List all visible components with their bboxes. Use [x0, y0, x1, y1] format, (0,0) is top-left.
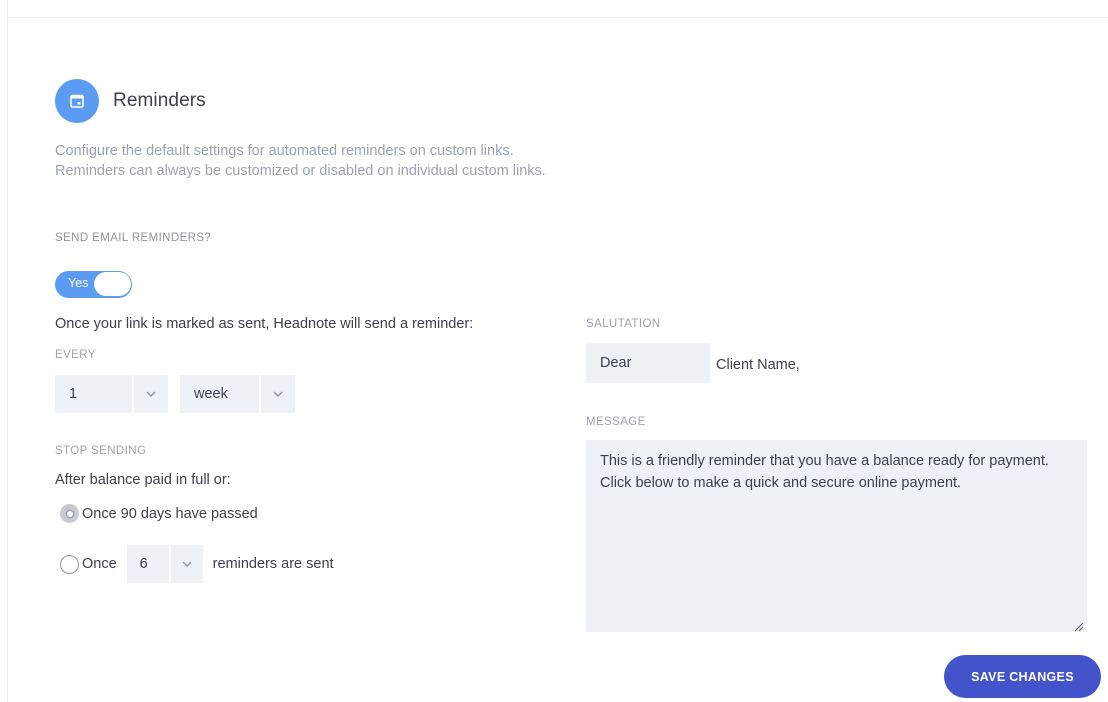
stop-option-days: Once 90 days have passed [60, 504, 258, 523]
left-divider [7, 0, 8, 702]
option-days-label: Once 90 days have passed [82, 505, 258, 522]
save-changes-button[interactable]: SAVE CHANGES [944, 655, 1101, 698]
chevron-down-icon [132, 375, 168, 413]
stop-sending-label: STOP SENDING [55, 445, 147, 457]
chevron-down-icon [168, 545, 203, 583]
chevron-down-icon [259, 375, 295, 413]
every-number-select[interactable]: 1 [55, 375, 168, 413]
schedule-intro: Once your link is marked as sent, Headno… [55, 316, 474, 332]
message-label: MESSAGE [586, 416, 646, 428]
radio-count[interactable] [60, 554, 79, 574]
every-label: EVERY [55, 349, 96, 361]
reminder-count-value: 6 [139, 556, 148, 572]
page-title: Reminders [113, 90, 206, 111]
toggle-knob [94, 272, 131, 296]
section-description: Configure the default settings for autom… [55, 143, 546, 179]
stop-intro: After balance paid in full or: [55, 472, 231, 488]
send-email-label: SEND EMAIL REMINDERS? [55, 232, 212, 244]
every-unit-select[interactable]: week [180, 375, 295, 413]
stop-option-count: Once 6 reminders are sent [60, 545, 334, 583]
option-count-suffix: reminders are sent [212, 556, 334, 572]
calendar-icon [55, 79, 99, 123]
option-count-prefix: Once [82, 556, 117, 572]
every-number-value: 1 [69, 386, 78, 402]
toggle-label: Yes [68, 276, 89, 290]
radio-days[interactable] [60, 504, 79, 523]
radio-dot [66, 510, 73, 517]
salutation-input[interactable]: Dear [586, 343, 710, 383]
reminder-count-select[interactable]: 6 [126, 545, 203, 583]
client-name-text: Client Name, [716, 357, 800, 373]
message-text: This is a friendly reminder that you hav… [600, 453, 1049, 491]
section-header: Reminders [55, 79, 206, 123]
top-divider [7, 17, 1108, 18]
message-textarea[interactable]: This is a friendly reminder that you hav… [586, 440, 1087, 632]
every-unit-value: week [194, 386, 228, 402]
salutation-label: SALUTATION [586, 318, 661, 330]
resize-handle-icon[interactable] [1072, 617, 1084, 632]
send-email-toggle[interactable]: Yes [55, 271, 132, 298]
